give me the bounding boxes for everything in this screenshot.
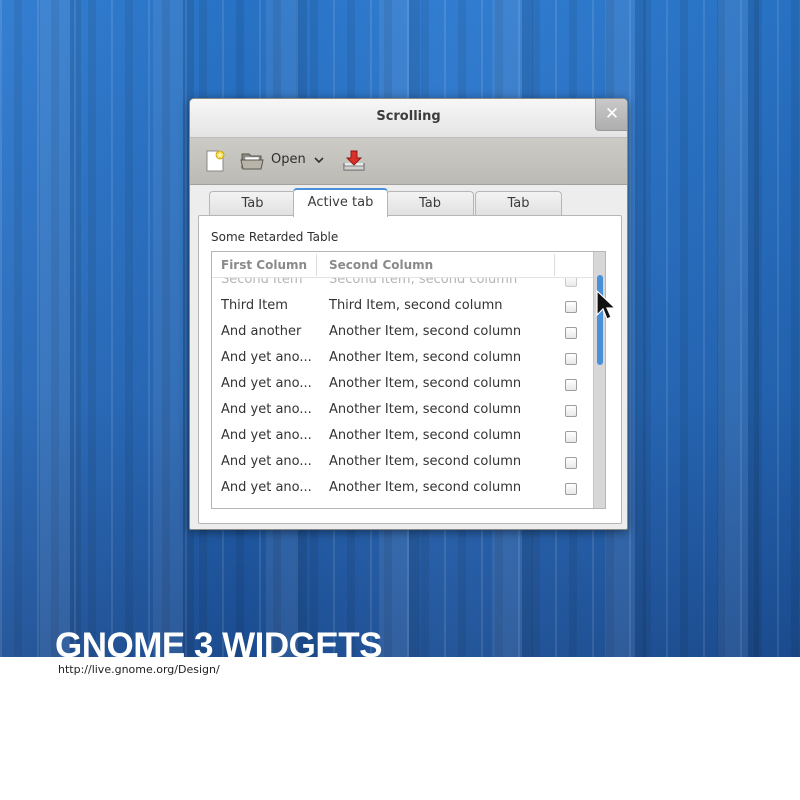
brand-url: http://live.gnome.org/Design/ xyxy=(58,663,220,676)
row-checkbox[interactable] xyxy=(565,353,577,365)
open-button[interactable]: Open xyxy=(240,149,326,173)
table-header: First Column Second Column xyxy=(212,252,593,278)
row-first-cell: And yet ano... xyxy=(221,350,312,365)
folder-open-icon xyxy=(240,153,264,170)
table-row[interactable]: And yet ano... Another Item, second colu… xyxy=(212,423,593,449)
close-icon: ✕ xyxy=(604,104,620,124)
new-document-icon xyxy=(206,150,225,172)
table-row[interactable]: And another Another Item, second column xyxy=(212,319,593,345)
row-checkbox[interactable] xyxy=(565,301,577,313)
row-second-cell: Another Item, second column xyxy=(329,376,522,391)
window-title: Scrolling xyxy=(376,109,441,124)
footer-area xyxy=(0,657,800,800)
new-document-button[interactable] xyxy=(204,149,228,173)
toolbar: Open xyxy=(190,138,627,185)
row-first-cell: Third Item xyxy=(221,298,288,313)
row-checkbox[interactable] xyxy=(565,457,577,469)
chevron-down-icon xyxy=(314,149,324,176)
row-first-cell: And yet ano... xyxy=(221,428,312,443)
column-separator xyxy=(316,254,317,276)
window-titlebar[interactable]: Scrolling xyxy=(190,99,627,138)
column-separator xyxy=(554,254,555,276)
table-caption: Some Retarded Table xyxy=(211,230,339,244)
row-first-cell: And yet ano... xyxy=(221,480,312,495)
table-row[interactable]: And yet ano... Another Item, second colu… xyxy=(212,449,593,475)
table-row[interactable]: And yet ano... Another Item, second colu… xyxy=(212,397,593,423)
row-checkbox[interactable] xyxy=(565,327,577,339)
column-header-second[interactable]: Second Column xyxy=(329,252,433,277)
tab-4[interactable]: Tab xyxy=(475,191,562,215)
table-row[interactable]: Third Item Third Item, second column xyxy=(212,293,593,319)
table-row[interactable]: And yet ano... Another Item, second colu… xyxy=(212,371,593,397)
mouse-pointer-icon xyxy=(596,290,616,320)
row-second-cell: Third Item, second column xyxy=(329,298,503,313)
row-checkbox[interactable] xyxy=(565,483,577,495)
row-checkbox[interactable] xyxy=(565,431,577,443)
row-second-cell: Another Item, second column xyxy=(329,454,522,469)
scrolling-window: Scrolling ✕ Open Tab Active tab Tab Tab … xyxy=(189,98,628,530)
tab-active[interactable]: Active tab xyxy=(293,188,388,217)
download-button[interactable] xyxy=(341,149,367,173)
tab-1[interactable]: Tab xyxy=(209,191,296,215)
row-second-cell: Another Item, second column xyxy=(329,480,522,495)
row-first-cell: And yet ano... xyxy=(221,454,312,469)
row-second-cell: Another Item, second column xyxy=(329,324,522,339)
tab-3[interactable]: Tab xyxy=(386,191,474,215)
row-checkbox[interactable] xyxy=(565,405,577,417)
column-header-first[interactable]: First Column xyxy=(221,252,307,277)
row-second-cell: Another Item, second column xyxy=(329,402,522,417)
row-second-cell: Another Item, second column xyxy=(329,428,522,443)
row-first-cell: And yet ano... xyxy=(221,402,312,417)
data-table: First Column Second Column Second Item S… xyxy=(211,251,606,509)
open-label: Open xyxy=(271,152,306,167)
row-first-cell: And another xyxy=(221,324,302,339)
download-icon xyxy=(343,150,365,171)
row-first-cell: And yet ano... xyxy=(221,376,312,391)
close-button[interactable]: ✕ xyxy=(595,99,627,131)
row-second-cell: Another Item, second column xyxy=(329,350,522,365)
table-row[interactable]: And yet ano... Another Item, second colu… xyxy=(212,475,593,501)
row-checkbox[interactable] xyxy=(565,379,577,391)
table-row[interactable]: And yet ano... Another Item, second colu… xyxy=(212,345,593,371)
